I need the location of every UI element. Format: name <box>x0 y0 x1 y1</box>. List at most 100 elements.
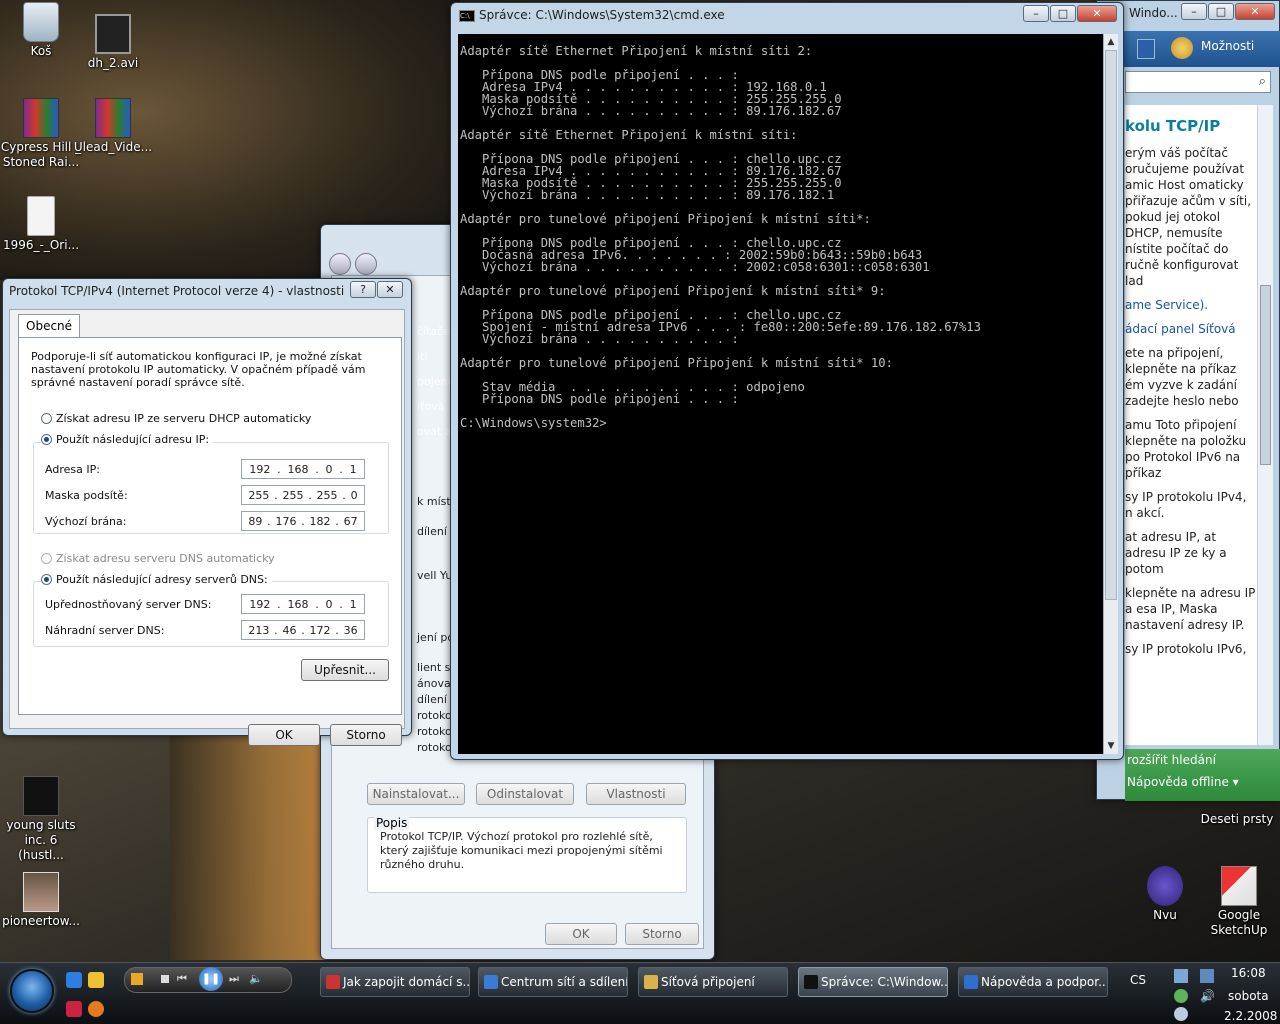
radio-dot[interactable] <box>41 553 52 564</box>
radio-dot-selected[interactable] <box>41 574 52 585</box>
network-icon[interactable] <box>1174 969 1188 983</box>
book-icon[interactable] <box>1137 39 1155 59</box>
start-button[interactable] <box>10 969 54 1013</box>
side-panel-link[interactable]: ovat a <box>417 425 452 438</box>
desktop-icon-young[interactable]: young sluts inc. 6 (hustl... <box>0 776 82 863</box>
ip-octet[interactable]: 1 <box>350 598 357 611</box>
ip-octet[interactable]: 176 <box>275 515 296 528</box>
scroll-thumb[interactable] <box>1105 50 1117 600</box>
media-player-icon[interactable] <box>88 972 104 988</box>
ip-octet[interactable]: 36 <box>344 624 358 637</box>
explorer-cancel-button[interactable]: Storno <box>625 923 699 945</box>
advanced-button[interactable]: Upřesnit... <box>301 659 389 681</box>
scroll-thumb[interactable] <box>1260 285 1271 465</box>
ip-octet[interactable]: 168 <box>287 598 308 611</box>
gateway-field[interactable]: 89. 176. 182. 67 <box>241 511 365 531</box>
ip-octet[interactable]: 0 <box>351 489 358 502</box>
ip-octet[interactable]: 89 <box>248 515 262 528</box>
ip-address-field[interactable]: 192. 168. 0. 1 <box>241 459 365 479</box>
back-arrow-icon[interactable] <box>329 253 351 275</box>
console-output-area[interactable]: Adaptér sítě Ethernet Připojení k místní… <box>458 34 1103 754</box>
help-search-input[interactable]: ⌕ <box>1125 71 1271 93</box>
radio-dhcp-ip[interactable]: Získat adresu IP ze serveru DHCP automat… <box>41 412 311 425</box>
ok-button[interactable]: OK <box>248 724 320 746</box>
ip-octet[interactable]: 192 <box>249 598 270 611</box>
forward-arrow-icon[interactable] <box>355 253 377 275</box>
preferred-dns-field[interactable]: 192. 168. 0. 1 <box>241 594 365 614</box>
close-icon[interactable]: ✕ <box>1235 3 1275 20</box>
stop-icon[interactable] <box>161 975 169 983</box>
desktop-icon-recycle-bin[interactable]: Koš <box>0 2 82 59</box>
desktop-icon-1996[interactable]: 1996_-_Ori... <box>0 196 82 253</box>
subnet-mask-field[interactable]: 255. 255. 255. 0 <box>241 485 365 505</box>
properties-button[interactable]: Vlastnosti <box>586 783 686 805</box>
firefox-icon[interactable] <box>88 1001 104 1017</box>
people-icon[interactable] <box>1171 37 1193 59</box>
desktop-icon-deseti[interactable]: Deseti prsty <box>1196 812 1278 827</box>
ie-icon[interactable] <box>66 972 82 988</box>
volume-icon[interactable]: 🔈 <box>249 972 263 985</box>
alternate-dns-field[interactable]: 213. 46. 172. 36 <box>241 620 365 640</box>
side-panel-link[interactable]: iťová <box>417 400 444 413</box>
ip-octet[interactable]: 1 <box>350 463 357 476</box>
side-panel-link[interactable]: ití <box>417 350 427 363</box>
taskbar-button[interactable]: Jak zapojit domácí s... <box>320 967 470 997</box>
maximize-icon[interactable]: □ <box>1050 5 1076 22</box>
clover-icon[interactable] <box>1174 989 1188 1003</box>
ip-octet[interactable]: 213 <box>248 624 269 637</box>
radio-dns-auto[interactable]: Získat adresu serveru DNS automaticky <box>41 552 275 565</box>
pause-icon[interactable]: ❚❚ <box>199 967 223 991</box>
scroll-down-icon[interactable]: ▼ <box>1104 738 1118 754</box>
install-button[interactable]: Nainstalovat... <box>367 783 465 805</box>
uninstall-button[interactable]: Odinstalovat <box>476 783 574 805</box>
desktop-icon-sketchup[interactable]: Google SketchUp <box>1198 866 1280 938</box>
ip-octet[interactable]: 0 <box>326 598 333 611</box>
minimize-icon[interactable]: – <box>1181 3 1207 20</box>
ip-octet[interactable]: 255 <box>248 489 269 502</box>
desktop-icon-dh2[interactable]: dh_2.avi <box>72 14 154 71</box>
ip-octet[interactable]: 182 <box>310 515 331 528</box>
ip-octet[interactable]: 172 <box>310 624 331 637</box>
media-icon[interactable] <box>131 973 143 985</box>
dialog-close-icon[interactable]: ✕ <box>377 281 403 298</box>
minimize-icon[interactable]: – <box>1023 5 1049 22</box>
radio-dot[interactable] <box>41 413 52 424</box>
maximize-icon[interactable]: □ <box>1208 3 1234 20</box>
cmd-scrollbar[interactable]: ▲ ▼ <box>1103 34 1118 754</box>
taskbar-button[interactable]: Správce: C:\Window... <box>798 967 948 997</box>
desktop-icon-cypress[interactable]: Cypress Hill _ Stoned Rai... <box>0 98 82 170</box>
component-list-item[interactable]: vell Yu <box>417 569 452 582</box>
side-panel-link[interactable]: pojeni <box>417 375 451 388</box>
clock-date[interactable]: 2.2.2008 <box>1224 1009 1277 1023</box>
options-menu[interactable]: Možnosti <box>1201 39 1254 53</box>
taskbar-button[interactable]: Nápověda a podpor... <box>958 967 1108 997</box>
desktop-icon-nvu[interactable]: Nvu <box>1124 866 1206 923</box>
ip-octet[interactable]: 168 <box>287 463 308 476</box>
quicklaunch-icon[interactable] <box>66 1001 82 1017</box>
scroll-up-icon[interactable]: ▲ <box>1104 34 1118 50</box>
desktop-icon-ulead[interactable]: Ulead_Vide... <box>72 98 154 155</box>
close-icon[interactable]: ✕ <box>1077 5 1117 22</box>
taskbar-button[interactable]: Síťová připojení <box>638 967 788 997</box>
ip-octet[interactable]: 192 <box>249 463 270 476</box>
search-icon[interactable]: ⌕ <box>1259 74 1266 89</box>
next-icon[interactable]: ⏭ <box>229 972 239 986</box>
language-indicator[interactable]: CS <box>1130 973 1146 987</box>
component-list-item[interactable]: jení po <box>417 631 454 644</box>
tab-general[interactable]: Obecné <box>18 314 81 338</box>
cancel-button[interactable]: Storno <box>330 724 402 746</box>
ip-octet[interactable]: 67 <box>344 515 358 528</box>
radio-dot-selected[interactable] <box>41 434 52 445</box>
offline-help-dropdown[interactable]: Nápověda offline ▾ <box>1125 771 1280 793</box>
radio-static-ip[interactable]: Použít následující adresu IP: <box>41 433 214 446</box>
ip-octet[interactable]: 46 <box>282 624 296 637</box>
speaker-icon[interactable]: 🔊 <box>1200 989 1215 1003</box>
desktop-icon-pioneer[interactable]: pioneertow... <box>0 872 82 929</box>
help-question-icon[interactable]: ? <box>350 281 376 298</box>
taskbar-button[interactable]: Centrum sítí a sdílení <box>478 967 628 997</box>
ip-octet[interactable]: 0 <box>326 463 333 476</box>
ip-octet[interactable]: 255 <box>317 489 338 502</box>
explorer-ok-button[interactable]: OK <box>545 923 617 945</box>
ip-octet[interactable]: 255 <box>282 489 303 502</box>
help-scrollbar[interactable] <box>1257 105 1273 745</box>
